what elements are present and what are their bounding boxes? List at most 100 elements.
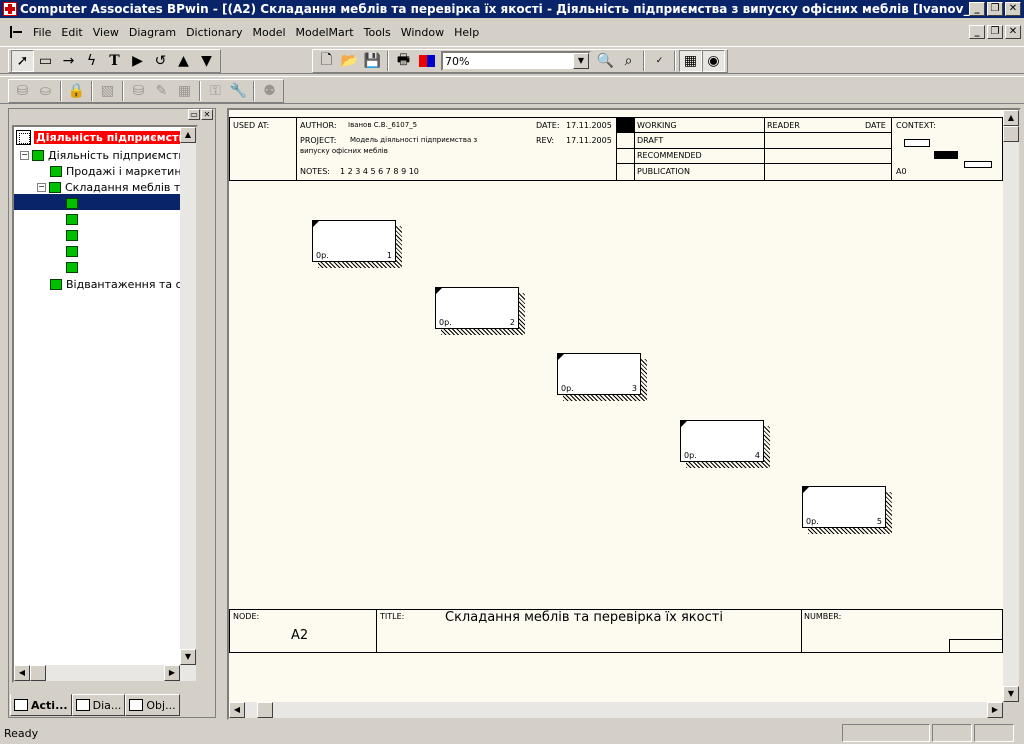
diagram-canvas[interactable]: USED AT: AUTHOR: Іванов С.В._6107_5 DATE… <box>229 110 1003 702</box>
menu-edit[interactable]: Edit <box>56 26 87 39</box>
grid-icon[interactable]: ▦ <box>173 80 196 102</box>
doc-close-button[interactable]: ✕ <box>1005 25 1021 39</box>
menu-model[interactable]: Model <box>248 26 291 39</box>
status-text: Ready <box>4 726 39 740</box>
level-down-icon[interactable]: ▼ <box>195 50 218 72</box>
activity-box-2[interactable]: 0р. 2 <box>435 287 519 329</box>
explorer-close-button[interactable]: ✕ <box>201 109 213 120</box>
menu-help[interactable]: Help <box>449 26 484 39</box>
scroll-thumb[interactable] <box>257 702 273 718</box>
zoom-in-icon[interactable]: 🔍 <box>594 50 617 72</box>
app-icon[interactable] <box>3 2 17 16</box>
canvas-horizontal-scrollbar[interactable]: ◀ ▶ <box>229 702 1003 718</box>
scroll-right-icon[interactable]: ▶ <box>987 702 1003 718</box>
tree-item-label: Продажі і маркетинг <box>66 164 188 178</box>
collapse-icon[interactable]: − <box>37 182 46 192</box>
model-explorer-icon[interactable]: ▦ <box>679 50 702 72</box>
context-box <box>964 161 992 168</box>
scroll-left-icon[interactable]: ◀ <box>14 665 30 681</box>
spell-check-icon[interactable]: ✓ <box>648 50 671 72</box>
tree-horizontal-scrollbar[interactable]: ◀ ▶ <box>14 665 196 681</box>
tree-item-assembly[interactable]: − Складання меблів та пе <box>37 179 196 195</box>
report-icon[interactable]: ✎ <box>150 80 173 102</box>
zoom-fit-icon[interactable]: ⌕ <box>617 50 640 72</box>
menu-file[interactable]: File <box>28 26 56 39</box>
collapse-icon[interactable]: − <box>20 150 29 160</box>
tree-item-activity-1[interactable] <box>66 195 82 211</box>
scroll-thumb[interactable] <box>1003 126 1019 142</box>
activity-tree[interactable]: Діяльність підприємства − Діяльність під… <box>12 125 198 683</box>
undo-icon[interactable]: ↺ <box>149 50 172 72</box>
doc-restore-button[interactable]: ❐ <box>987 25 1003 39</box>
menu-tools[interactable]: Tools <box>359 26 396 39</box>
scroll-left-icon[interactable]: ◀ <box>229 702 245 718</box>
tree-root[interactable]: Діяльність підприємства <box>16 129 195 145</box>
restore-button[interactable]: ❐ <box>987 2 1003 16</box>
tab-diagrams[interactable]: Dia... <box>71 694 126 716</box>
menu-view[interactable]: View <box>88 26 124 39</box>
menu-window[interactable]: Window <box>396 26 449 39</box>
color-icon[interactable] <box>415 50 438 72</box>
scroll-up-icon[interactable]: ▲ <box>1003 110 1019 126</box>
scroll-down-icon[interactable]: ▼ <box>180 649 196 665</box>
mart-connect-icon[interactable]: ⛁ <box>11 80 34 102</box>
activity-box-5[interactable]: 0р. 5 <box>802 486 886 528</box>
explorer-restore-button[interactable]: ▭ <box>188 109 200 120</box>
tree-item-activity-2[interactable] <box>66 211 82 227</box>
arrow-icon[interactable]: → <box>57 50 80 72</box>
activity-box-1[interactable]: 0р. 1 <box>312 220 396 262</box>
library-icon[interactable]: ▧ <box>96 80 119 102</box>
level-up-icon[interactable]: ▲ <box>172 50 195 72</box>
activity-box-4[interactable]: 0р. 4 <box>680 420 764 462</box>
lock-icon[interactable]: 🔒 <box>65 80 88 102</box>
minimize-button[interactable]: _ <box>969 2 985 16</box>
menu-modelmart[interactable]: ModelMart <box>291 26 359 39</box>
mart-disconnect-icon[interactable]: ⛀ <box>34 80 57 102</box>
new-icon[interactable]: 🗋 <box>315 50 338 72</box>
selected-row <box>14 194 196 210</box>
save-icon[interactable]: 💾 <box>361 50 384 72</box>
hide-icon[interactable]: ◉ <box>702 50 725 72</box>
activity-box-3[interactable]: 0р. 3 <box>557 353 641 395</box>
squiggle-icon[interactable]: ϟ <box>80 50 103 72</box>
box-icon[interactable]: ▭ <box>34 50 57 72</box>
activity-cost: 0р. <box>561 384 574 393</box>
tree-item-level1[interactable]: − Діяльність підприємства з <box>20 147 196 163</box>
tree-vertical-scrollbar[interactable]: ▲ ▼ <box>180 127 196 665</box>
document-icon[interactable] <box>8 24 24 40</box>
chevron-down-icon[interactable]: ▼ <box>573 53 589 69</box>
tree-item-activity-5[interactable] <box>66 259 82 275</box>
tree-item-shipping[interactable]: Відвантаження та отрим <box>50 276 196 292</box>
users-icon[interactable]: ⚉ <box>258 80 281 102</box>
go-down-icon[interactable]: ▶ <box>126 50 149 72</box>
scroll-up-icon[interactable]: ▲ <box>180 127 196 143</box>
tree-item-activity-4[interactable] <box>66 243 82 259</box>
pointer-icon[interactable]: ➚ <box>11 50 34 72</box>
scroll-thumb[interactable] <box>30 665 46 681</box>
status-panel <box>842 724 930 742</box>
text-icon[interactable]: T <box>103 50 126 72</box>
canvas-vertical-scrollbar[interactable]: ▲ ▼ <box>1003 110 1019 702</box>
merge-icon[interactable]: ⛁ <box>127 80 150 102</box>
print-icon[interactable]: 🖶 <box>392 50 415 72</box>
tree-item-activity-3[interactable] <box>66 227 82 243</box>
tab-objects[interactable]: Obj... <box>125 694 180 716</box>
close-button[interactable]: ✕ <box>1005 2 1021 16</box>
activity-box-icon <box>50 165 62 177</box>
key-icon[interactable]: ⚿ <box>204 80 227 102</box>
activity-box-icon <box>49 181 61 193</box>
menu-dictionary[interactable]: Dictionary <box>181 26 247 39</box>
project-value-line2: випуску офісних меблів <box>300 147 388 155</box>
zoom-select[interactable]: 70% ▼ <box>441 51 591 71</box>
doc-minimize-button[interactable]: _ <box>969 25 985 39</box>
tab-activities[interactable]: Acti... <box>10 694 72 716</box>
scroll-down-icon[interactable]: ▼ <box>1003 686 1019 702</box>
wrench-icon[interactable]: 🔧 <box>227 80 250 102</box>
activity-box-icon <box>66 213 78 225</box>
date-value: 17.11.2005 <box>566 121 612 130</box>
author-label: AUTHOR: <box>300 121 337 130</box>
tree-item-sales[interactable]: Продажі і маркетинг <box>50 163 187 179</box>
menu-diagram[interactable]: Diagram <box>124 26 181 39</box>
open-icon[interactable]: 📂 <box>338 50 361 72</box>
scroll-right-icon[interactable]: ▶ <box>164 665 180 681</box>
